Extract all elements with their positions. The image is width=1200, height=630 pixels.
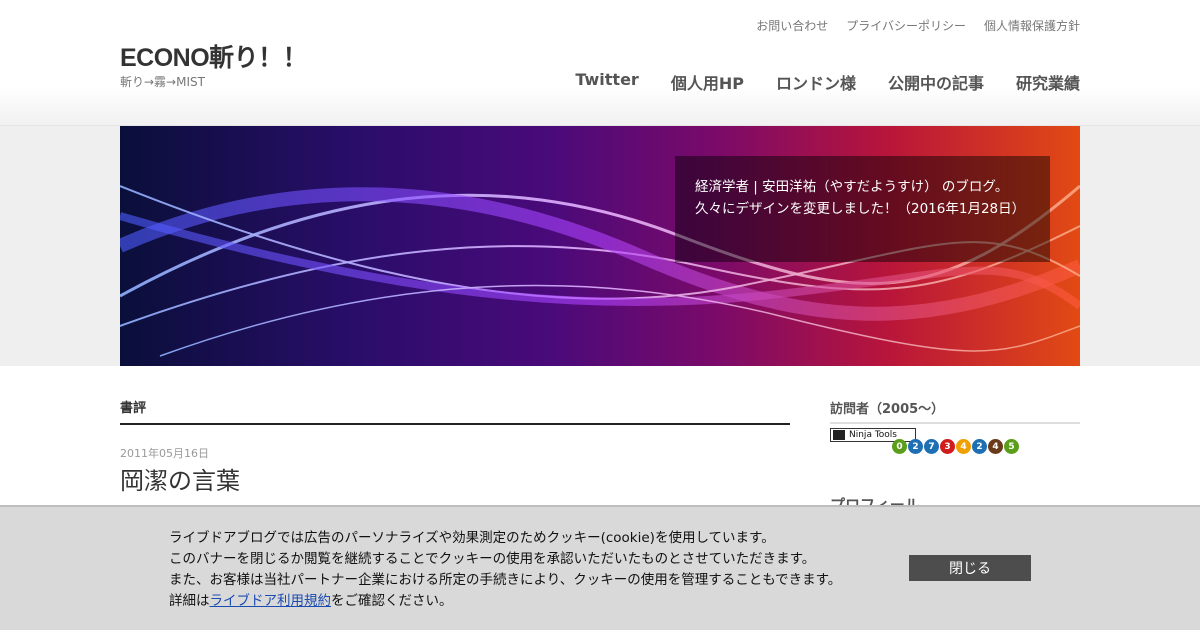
site-title[interactable]: ECONO斬り！！ bbox=[120, 38, 308, 74]
counter-digit: 2 bbox=[908, 439, 923, 454]
visitor-counter: 0 2 7 3 4 2 4 5 bbox=[892, 439, 1019, 454]
nav-london[interactable]: ロンドン様 bbox=[776, 70, 856, 94]
cookie-text-suffix: をご確認ください。 bbox=[331, 593, 453, 609]
cookie-message: ライブドアブログでは広告のパーソナライズや効果測定のためクッキー(cookie)… bbox=[169, 528, 841, 612]
main-nav: Twitter 個人用HP ロンドン様 公開中の記事 研究業績 bbox=[575, 70, 1080, 94]
nav-personal-hp[interactable]: 個人用HP bbox=[671, 70, 744, 94]
counter-digit: 0 bbox=[892, 439, 907, 454]
nav-twitter[interactable]: Twitter bbox=[575, 70, 638, 94]
nav-research[interactable]: 研究業績 bbox=[1016, 70, 1080, 94]
cookie-text-line1: ライブドアブログでは広告のパーソナライズや効果測定のためクッキー(cookie)… bbox=[169, 530, 775, 546]
sidebar-visitors-title: 訪問者（2005～） bbox=[830, 402, 945, 417]
banner-message-box: 経済学者 | 安田洋祐（やすだようすけ） のブログ。 久々にデザインを変更しまし… bbox=[675, 156, 1050, 262]
nav-published-articles[interactable]: 公開中の記事 bbox=[888, 70, 984, 94]
category-divider bbox=[120, 423, 790, 425]
site-header: ECONO斬り！！ 斬り→霧→MIST お問い合わせ プライバシーポリシー 個人… bbox=[0, 0, 1200, 126]
post-title[interactable]: 岡潔の言葉 bbox=[120, 461, 240, 496]
post-date: 2011年05月16日 bbox=[120, 447, 209, 460]
banner-text-line2: 久々にデザインを変更しました！（2016年1月28日） bbox=[695, 201, 1026, 217]
terms-of-use-link[interactable]: ライブドア利用規約 bbox=[210, 593, 332, 609]
ninja-tools-label: Ninja Tools bbox=[849, 430, 897, 440]
ninja-icon bbox=[833, 430, 845, 440]
utility-nav: お問い合わせ プライバシーポリシー 個人情報保護方針 bbox=[756, 17, 1080, 34]
counter-digit: 4 bbox=[988, 439, 1003, 454]
util-nav-contact[interactable]: お問い合わせ bbox=[756, 17, 828, 34]
sidebar-divider bbox=[830, 422, 1080, 424]
cookie-consent-banner: ライブドアブログでは広告のパーソナライズや効果測定のためクッキー(cookie)… bbox=[0, 505, 1200, 630]
counter-digit: 5 bbox=[1004, 439, 1019, 454]
cookie-text-prefix: 詳細は bbox=[169, 593, 210, 609]
cookie-text-line3: また、お客様は当社パートナー企業における所定の手続きにより、クッキーの使用を管理… bbox=[169, 572, 842, 588]
cookie-close-button[interactable]: 閉じる bbox=[909, 555, 1031, 581]
util-nav-personal-info-policy[interactable]: 個人情報保護方針 bbox=[984, 17, 1080, 34]
category-title: 書評 bbox=[120, 401, 147, 416]
cookie-text-line4: 詳細はライブドア利用規約をご確認ください。 bbox=[169, 591, 841, 612]
cookie-text-line2: このバナーを閉じるか閲覧を継続することでクッキーの使用を承認いただいたものとさせ… bbox=[169, 551, 816, 567]
counter-digit: 2 bbox=[972, 439, 987, 454]
site-description: 斬り→霧→MIST bbox=[120, 75, 205, 89]
banner-text-line1: 経済学者 | 安田洋祐（やすだようすけ） のブログ。 bbox=[695, 179, 1009, 195]
counter-digit: 3 bbox=[940, 439, 955, 454]
counter-digit: 7 bbox=[924, 439, 939, 454]
util-nav-privacy-policy[interactable]: プライバシーポリシー bbox=[846, 17, 966, 34]
counter-digit: 4 bbox=[956, 439, 971, 454]
header-banner: 経済学者 | 安田洋祐（やすだようすけ） のブログ。 久々にデザインを変更しまし… bbox=[120, 126, 1080, 366]
